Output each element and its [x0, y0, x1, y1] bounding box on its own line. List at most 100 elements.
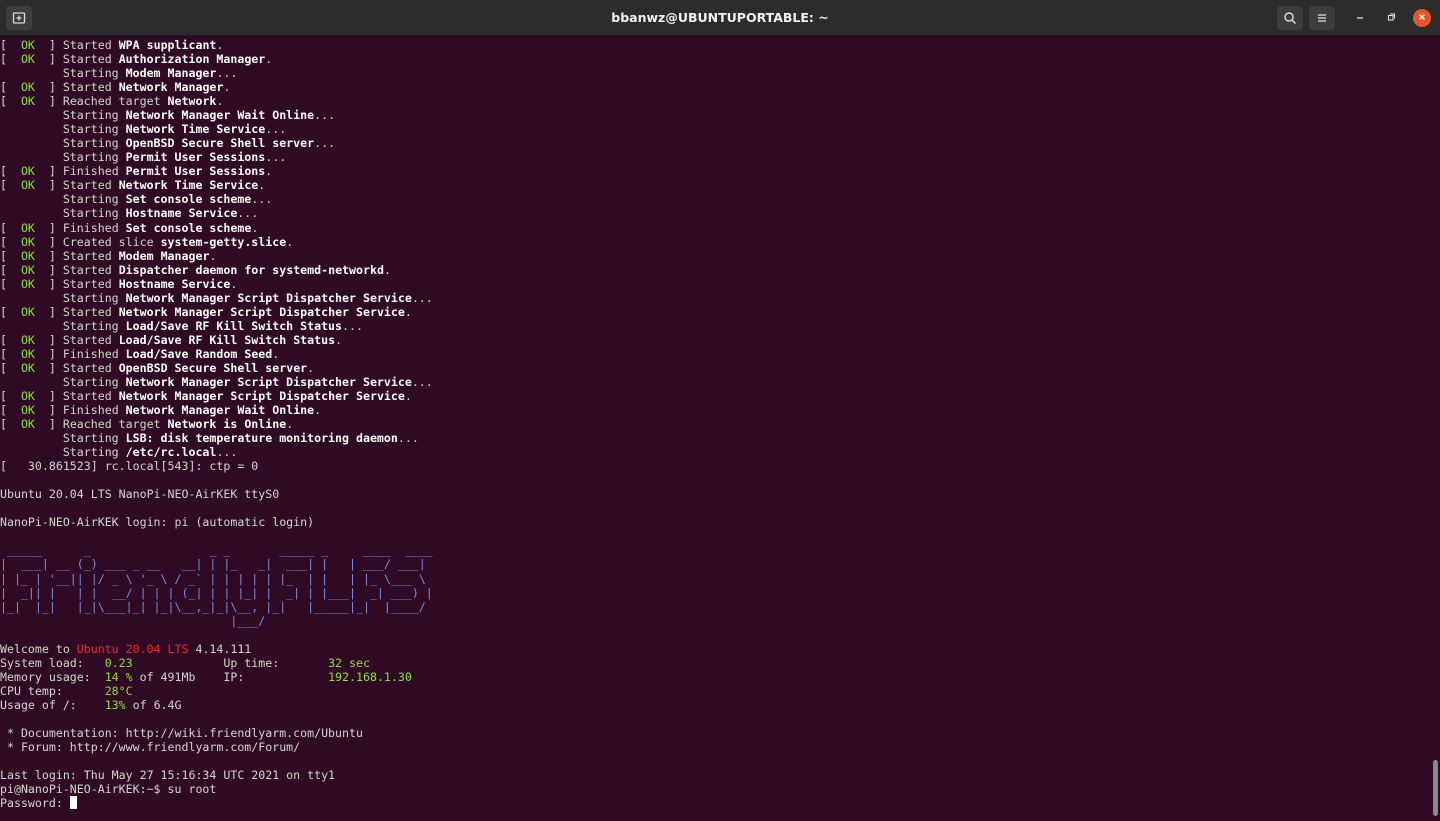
search-button[interactable]	[1277, 6, 1303, 30]
terminal-text: .	[209, 248, 217, 263]
terminal-text: ...	[314, 108, 336, 123]
new-tab-icon	[12, 11, 26, 25]
terminal-text: Starting	[0, 374, 126, 389]
terminal-line: [ OK ] Started Modem Manager.	[0, 249, 216, 263]
terminal-line: [ OK ] Finished Set console scheme.	[0, 221, 258, 235]
terminal-line: [ OK ] Started Network Time Service.	[0, 178, 265, 192]
terminal-text: .	[216, 94, 224, 109]
terminal-text: ...	[342, 318, 363, 333]
scrollbar-thumb[interactable]	[1433, 760, 1438, 816]
terminal-line: * Forum: http://www.friendlyarm.com/Foru…	[0, 740, 300, 754]
terminal-text: Hostname Service	[118, 276, 231, 291]
terminal-text: Usage of /:	[0, 697, 105, 712]
terminal-text: [	[0, 389, 21, 403]
terminal-line: [ 30.861523] rc.local[543]: ctp = 0	[0, 459, 258, 473]
terminal-line: Welcome to Ubuntu 20.04 LTS 4.14.111	[0, 642, 251, 656]
minimize-button[interactable]	[1351, 9, 1369, 27]
terminal-text: .	[251, 220, 259, 235]
terminal-text: Network Manager Wait Online	[125, 108, 315, 123]
hamburger-menu-icon	[1315, 11, 1329, 25]
terminal-text: Dispatcher daemon for systemd-networkd	[118, 262, 384, 277]
terminal-line: Ubuntu 20.04 LTS NanoPi-NEO-AirKEK ttyS0	[0, 487, 279, 501]
terminal-window: bbanwz@UBUNTUPORTABLE: ~ [OK] Started …	[0, 0, 1440, 821]
terminal-text: Ubuntu 20.04 LTS NanoPi-NEO-AirKEK ttyS0	[0, 487, 280, 502]
terminal-text: .	[265, 164, 273, 179]
terminal-text: .	[383, 262, 391, 277]
terminal-line: _____ _ _ _ _____ _ ____ ____	[0, 543, 440, 557]
terminal-text: OK	[20, 262, 35, 277]
terminal-text: Starting	[0, 150, 126, 165]
terminal-line: [ OK ] Started WPA supplicant.	[0, 38, 223, 52]
terminal-text: _____ _ _ _ _____ _ ____ ____	[0, 543, 440, 558]
terminal-text: Network is Online	[167, 417, 287, 432]
terminal-text: ...	[314, 136, 336, 151]
terminal-text: [	[0, 332, 21, 347]
terminal-line: pi@NanoPi-NEO-AirKEK:~$ su root	[0, 782, 216, 796]
terminal-output[interactable]: [ OK ] Started WPA supplicant.[ OK ] Sta…	[0, 38, 1430, 821]
terminal-text: * Forum: http://www.friendlyarm.com/Foru…	[0, 740, 301, 754]
terminal-text: .	[216, 38, 224, 52]
terminal-text: .	[223, 80, 231, 95]
terminal-text: Network Manager Script Dispatcher Servic…	[118, 304, 405, 319]
terminal-text: Load/Save RF Kill Switch Status	[118, 332, 336, 347]
terminal-text: Last login: Thu May 27 15:16:34 UTC 2021…	[0, 768, 336, 783]
terminal-text: [	[0, 403, 21, 418]
terminal-text: System load:	[0, 655, 105, 670]
terminal-text: system-getty.slice	[160, 234, 287, 249]
terminal-line: | |_ | '__|| |/ _ \ '_ \ / _` | | | | | …	[0, 572, 426, 586]
terminal-line: NanoPi-NEO-AirKEK login: pi (automatic l…	[0, 515, 314, 529]
terminal-line: [ OK ] Created slice system-getty.slice.	[0, 235, 293, 249]
terminal-text: /etc/rc.local	[125, 445, 217, 460]
terminal-text: |___/	[0, 613, 266, 628]
terminal-text: ] Reached target	[34, 417, 168, 432]
terminal-text: 32 sec	[328, 655, 370, 670]
terminal-text: OK	[20, 220, 35, 235]
terminal-line: [ OK ] Started OpenBSD Secure Shell serv…	[0, 361, 314, 375]
terminal-text: of 491Mb IP:	[132, 669, 329, 684]
terminal-text: .	[307, 360, 315, 375]
terminal-text: Network Time Service	[125, 122, 266, 137]
terminal-text: ...	[411, 374, 433, 389]
terminal-text: Network Manager	[118, 80, 224, 95]
terminal-text: ...	[397, 431, 419, 446]
close-button[interactable]	[1413, 9, 1431, 27]
search-icon	[1283, 11, 1297, 25]
new-tab-button[interactable]	[6, 6, 32, 30]
terminal-text: OpenBSD Secure Shell server	[125, 136, 315, 151]
terminal-text: [	[0, 38, 21, 52]
terminal-text: OK	[20, 403, 35, 418]
terminal-line: | _|| | | | __/ | | | (_| | | |_| | _| |…	[0, 586, 433, 600]
terminal-text: Load/Save Random Seed	[125, 346, 273, 361]
terminal-line: CPU temp: 28°C	[0, 684, 133, 698]
terminal-text: Starting	[0, 192, 126, 207]
terminal-line: Starting Set console scheme...	[0, 192, 272, 206]
terminal-text: CPU temp:	[0, 683, 105, 698]
terminal-text: ] Started	[34, 360, 119, 375]
minimize-icon	[1355, 9, 1365, 27]
terminal-text: ...	[265, 150, 287, 165]
terminal-text: [	[0, 164, 21, 179]
terminal-text: 192.168.1.30	[328, 669, 412, 684]
close-icon	[1417, 9, 1427, 27]
title-bar[interactable]: bbanwz@UBUNTUPORTABLE: ~	[0, 0, 1440, 36]
terminal-text: .	[314, 403, 322, 418]
terminal-text: ] Finished	[34, 403, 126, 418]
terminal-line: Starting Modem Manager...	[0, 66, 238, 80]
terminal-text: Starting	[0, 318, 126, 333]
terminal-text: [	[0, 94, 21, 109]
terminal-text: ] Started	[34, 248, 119, 263]
terminal-line: Starting Load/Save RF Kill Switch Status…	[0, 319, 363, 333]
maximize-button[interactable]	[1382, 9, 1400, 27]
terminal-text: ] Reached target	[34, 94, 168, 109]
terminal-line: [ OK ] Started Network Manager Script Di…	[0, 305, 412, 319]
terminal-text: Set console scheme	[125, 220, 252, 235]
terminal-text: 0.23	[104, 655, 133, 670]
menu-button[interactable]	[1309, 6, 1335, 30]
terminal-line: Starting Network Time Service...	[0, 122, 286, 136]
terminal-text: [	[0, 262, 21, 277]
terminal-text: 4.14.111	[188, 641, 252, 656]
terminal-text: ] Started	[34, 52, 119, 67]
terminal-text: [	[0, 304, 21, 319]
terminal-text: ] Started	[34, 178, 119, 193]
terminal-text: OK	[20, 38, 35, 52]
